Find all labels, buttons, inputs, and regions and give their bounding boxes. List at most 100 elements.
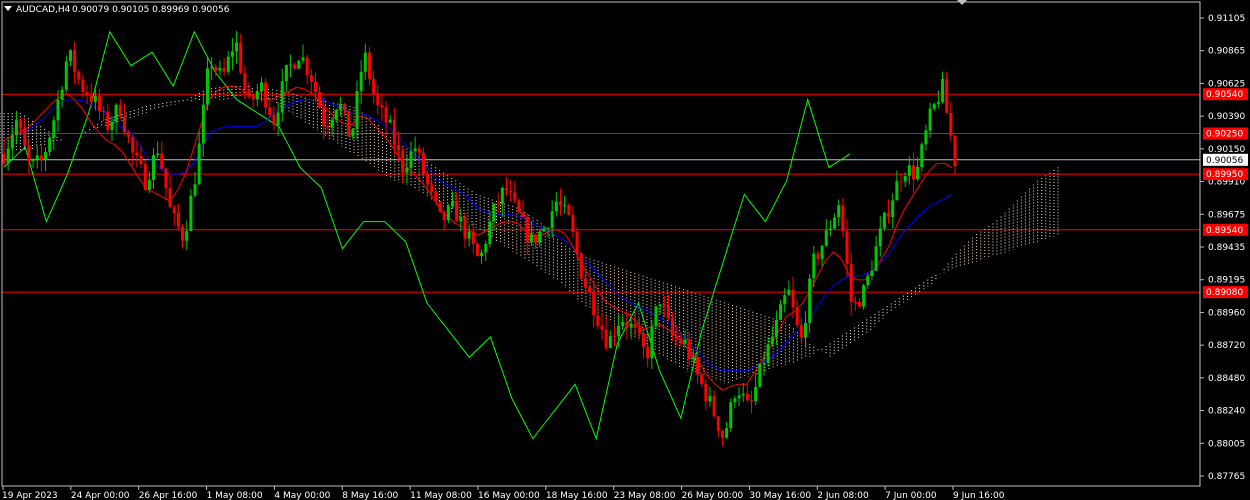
level-price-label: 0.89950 <box>1206 170 1243 180</box>
bear-candle <box>239 42 243 73</box>
bear-candle <box>384 107 388 123</box>
bear-candle <box>372 78 376 94</box>
bull-candle <box>484 244 488 253</box>
bear-candle <box>496 203 500 205</box>
price-tick-label: 0.89675 <box>1208 210 1245 220</box>
bear-candle <box>841 205 845 232</box>
bear-candle <box>945 78 949 113</box>
bear-candle <box>19 120 23 128</box>
bear-candle <box>596 315 600 326</box>
level-price-label: 0.90540 <box>1206 90 1243 100</box>
bear-candle <box>911 165 915 180</box>
bear-candle <box>392 119 396 145</box>
bull-candle <box>259 82 263 92</box>
bull-candle <box>878 228 882 247</box>
price-tick-label: 0.88480 <box>1208 374 1245 384</box>
bear-candle <box>662 304 666 306</box>
bear-candle <box>600 325 604 330</box>
bear-candle <box>247 88 251 97</box>
bull-candle <box>201 104 205 144</box>
bull-candle <box>363 52 367 72</box>
bull-candle <box>812 253 816 279</box>
bear-candle <box>131 136 135 153</box>
bull-candle <box>52 120 56 138</box>
bear-candle <box>417 148 421 153</box>
price-tick-label: 0.89435 <box>1208 243 1245 253</box>
bull-candle <box>920 144 924 167</box>
bear-candle <box>799 325 803 338</box>
bull-candle <box>193 184 197 196</box>
bear-candle <box>633 323 637 328</box>
bull-candle <box>64 61 68 90</box>
bull-candle <box>280 81 284 113</box>
bear-candle <box>475 243 479 257</box>
bear-candle <box>575 232 579 253</box>
bear-candle <box>583 278 587 287</box>
bull-candle <box>895 181 899 201</box>
bull-candle <box>230 51 234 57</box>
bear-candle <box>588 286 592 293</box>
price-tick-label: 0.90625 <box>1208 79 1245 89</box>
price-tick-label: 0.90150 <box>1208 145 1245 155</box>
bull-candle <box>754 386 758 402</box>
bull-candle <box>928 108 932 131</box>
bear-candle <box>750 400 754 402</box>
bull-candle <box>500 187 504 205</box>
bull-candle <box>870 270 874 277</box>
bull-candle <box>301 57 305 61</box>
bull-candle <box>737 395 741 399</box>
bear-candle <box>592 292 596 316</box>
bull-candle <box>156 153 160 155</box>
level-price-label: 0.89080 <box>1206 288 1243 298</box>
bull-candle <box>6 148 10 164</box>
bull-candle <box>907 165 911 177</box>
bear-candle <box>380 104 384 108</box>
bear-candle <box>160 153 164 169</box>
chart-canvas[interactable]: 0.91105 0.90865 0.90625 0.90390 0.90150 0.899… <box>0 0 1250 500</box>
bull-candle <box>451 200 455 207</box>
bull-candle <box>621 322 625 327</box>
bear-candle <box>313 81 317 92</box>
bear-candle <box>791 289 795 308</box>
bull-candle <box>409 151 413 168</box>
bull-candle <box>205 68 209 105</box>
bear-candle <box>849 263 853 302</box>
bear-candle <box>293 64 297 69</box>
bear-candle <box>704 384 708 402</box>
bull-candle <box>210 66 214 69</box>
bull-candle <box>197 143 201 185</box>
bear-candle <box>637 327 641 334</box>
bear-candle <box>122 116 126 133</box>
bull-candle <box>226 56 230 72</box>
bear-candle <box>716 416 720 431</box>
time-tick-label: 26 May 00:00 <box>682 491 744 500</box>
bull-candle <box>235 42 239 52</box>
bull-candle <box>924 130 928 145</box>
bear-candle <box>401 150 405 173</box>
bear-candle <box>243 72 247 89</box>
bear-candle <box>438 201 442 212</box>
bull-candle <box>538 231 542 243</box>
bear-candle <box>39 155 43 160</box>
bull-candle <box>255 91 259 100</box>
bull-candle <box>770 336 774 345</box>
bear-candle <box>367 52 371 79</box>
bear-candle <box>567 205 571 215</box>
bull-candle <box>758 363 762 387</box>
bear-candle <box>322 107 326 127</box>
bear-candle <box>181 226 185 241</box>
bull-candle <box>683 339 687 344</box>
bear-candle <box>214 66 218 71</box>
bear-candle <box>89 95 93 102</box>
bull-candle <box>774 319 778 337</box>
time-tick-label: 4 May 00:00 <box>274 491 330 500</box>
bull-candle <box>650 326 654 359</box>
bull-candle <box>932 103 936 109</box>
bear-candle <box>604 329 608 349</box>
bull-candle <box>110 121 114 130</box>
bull-candle <box>629 323 633 328</box>
bull-candle <box>93 95 97 102</box>
bear-candle <box>118 104 122 117</box>
bull-candle <box>14 120 18 136</box>
price-tick-label: 0.88720 <box>1208 341 1245 351</box>
